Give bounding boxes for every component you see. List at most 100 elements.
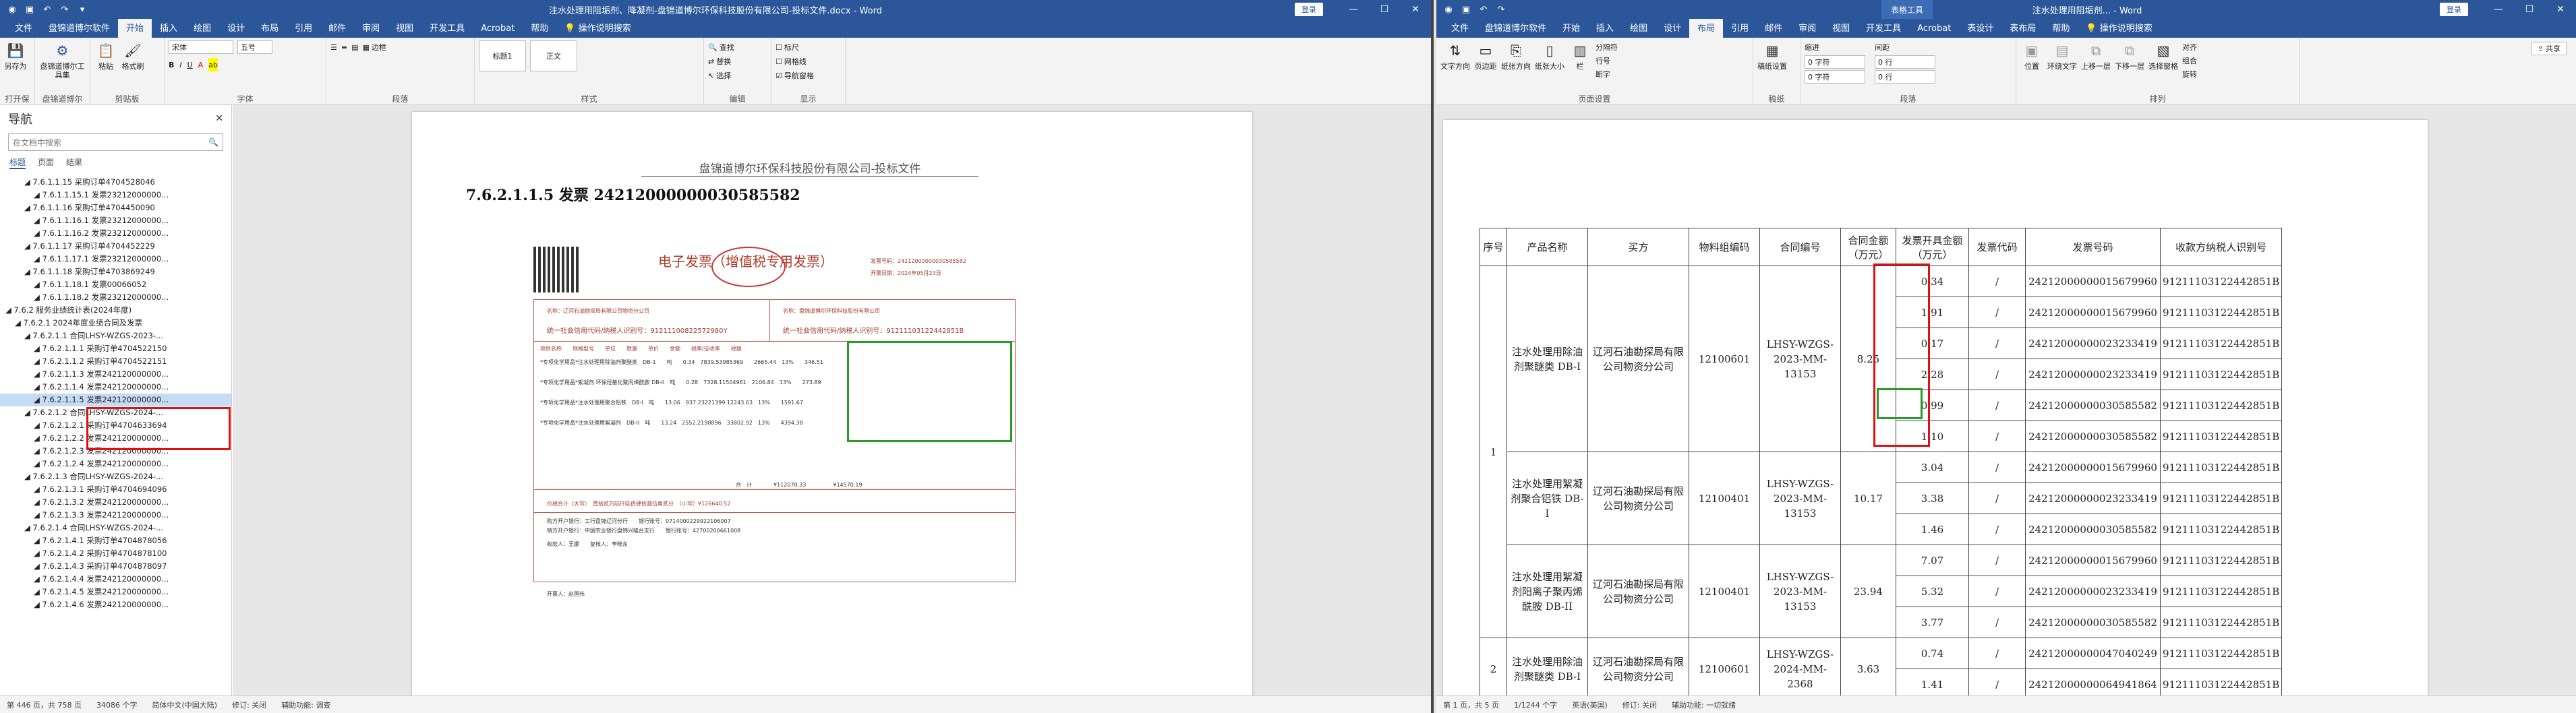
gridlines-checkbox[interactable]: ☐ 网格线 [775, 55, 807, 68]
margins-button[interactable]: ▭ 页边距 [1474, 40, 1497, 71]
nav-item[interactable]: ◢ 7.6.1.1.15 采购订单4704528046 [0, 176, 231, 189]
tab-插入[interactable]: 插入 [1588, 18, 1622, 38]
save-as-button[interactable]: 💾 另存为 [4, 40, 27, 71]
tab-文件[interactable]: 文件 [7, 18, 40, 38]
tab-绘图[interactable]: 绘图 [185, 18, 219, 38]
align-center-icon[interactable]: ▤ [351, 40, 358, 54]
nav-item[interactable]: ◢ 7.6.2.1.4.3 采购订单4704878097 [0, 560, 231, 573]
tab-视图[interactable]: 视图 [388, 18, 421, 38]
tab-设计[interactable]: 设计 [1656, 18, 1689, 38]
borders-button[interactable]: ▦ 边框 [363, 40, 386, 54]
tab-盘锦道博尔软件[interactable]: 盘锦道博尔软件 [1477, 18, 1554, 38]
status-words[interactable]: 1/1244 个字 [1514, 700, 1557, 710]
status-track[interactable]: 修订: 关闭 [232, 700, 266, 710]
tell-me-search[interactable]: 💡 操作说明搜索 [2078, 18, 2160, 38]
nav-item[interactable]: ◢ 7.6.1.1.17.1 发票23212000000... [0, 253, 231, 266]
nav-item[interactable]: ◢ 7.6.2 服务业绩统计表(2024年度) [0, 304, 231, 317]
breaks-button[interactable]: 分隔符 [1596, 40, 1618, 54]
tab-帮助[interactable]: 帮助 [2044, 18, 2078, 38]
orientation-button[interactable]: ⎘ 纸张方向 [1501, 40, 1531, 71]
nav-item[interactable]: ◢ 7.6.2.1.4.2 采购订单4704878100 [0, 547, 231, 560]
autosave-icon[interactable]: ◉ [5, 3, 19, 16]
tab-Acrobat[interactable]: Acrobat [473, 21, 523, 38]
nav-item[interactable]: ◢ 7.6.2.1.4.6 发票242120000000... [0, 598, 231, 611]
style-heading1[interactable]: 标题1 [479, 40, 526, 71]
undo-icon[interactable]: ↶ [1477, 3, 1490, 16]
tab-布局[interactable]: 布局 [253, 18, 287, 38]
status-language[interactable]: 英语(美国) [1572, 700, 1608, 710]
tab-邮件[interactable]: 邮件 [1757, 18, 1790, 38]
autosave-icon[interactable]: ◉ [1442, 3, 1455, 16]
numbering-icon[interactable]: ≡ [341, 40, 347, 54]
share-button[interactable]: ⇪ 共享 [2531, 42, 2567, 55]
nav-item[interactable]: ◢ 7.6.1.1.15.1 发票23212000000... [0, 189, 231, 202]
paste-button[interactable]: 📋 粘贴 [94, 40, 117, 71]
group-button[interactable]: 组合 [2182, 54, 2197, 67]
tab-审阅[interactable]: 审阅 [354, 18, 388, 38]
nav-item[interactable]: ◢ 7.6.1.1.16.2 发票23212000000... [0, 227, 231, 240]
tab-开始[interactable]: 开始 [1554, 18, 1588, 38]
format-painter-button[interactable]: 🖌 格式刷 [121, 40, 144, 71]
nav-item[interactable]: ◢ 7.6.2.1.3.2 发票242120000000... [0, 496, 231, 509]
login-button[interactable]: 登录 [2440, 3, 2468, 16]
nav-item[interactable]: ◢ 7.6.2.1.2.4 发票242120000000... [0, 458, 231, 470]
spacing-before-input[interactable]: 0 行 [1875, 55, 1935, 69]
nav-tab-pages[interactable]: 页面 [38, 156, 54, 169]
bold-button[interactable]: B [169, 58, 174, 71]
status-accessibility[interactable]: 辅助功能: 调查 [281, 700, 330, 710]
status-page[interactable]: 第 446 页，共 758 页 [7, 700, 82, 710]
align-button[interactable]: 对齐 [2182, 40, 2197, 54]
save-icon[interactable]: ▣ [1459, 3, 1473, 16]
tab-邮件[interactable]: 邮件 [320, 18, 354, 38]
close-icon[interactable]: ✕ [1400, 0, 1431, 19]
tab-引用[interactable]: 引用 [1723, 18, 1757, 38]
tab-插入[interactable]: 插入 [152, 18, 185, 38]
nav-item[interactable]: ◢ 7.6.2.1.1.4 发票242120000000... [0, 381, 231, 394]
find-button[interactable]: 🔍 查找 [708, 40, 734, 54]
close-icon[interactable]: ✕ [2545, 0, 2576, 19]
nav-item[interactable]: ◢ 7.6.2.1.3 合同LHSY-WZGS-2024-... [0, 470, 231, 483]
save-icon[interactable]: ▣ [23, 3, 36, 16]
nav-item[interactable]: ◢ 7.6.2.1.3.3 发票242120000000... [0, 509, 231, 522]
tab-引用[interactable]: 引用 [287, 18, 320, 38]
custom-tools-button[interactable]: ⚙ 盘锦道博尔工具集 [39, 40, 86, 80]
indent-right-input[interactable]: 0 字符 [1805, 70, 1865, 84]
font-size-select[interactable]: 五号 [237, 40, 272, 54]
tab-帮助[interactable]: 帮助 [523, 18, 556, 38]
nav-item[interactable]: ◢ 7.6.2.1.1.2 采购订单4704522151 [0, 355, 231, 368]
nav-item[interactable]: ◢ 7.6.2.1.3.1 采购订单4704694096 [0, 483, 231, 496]
tab-开始[interactable]: 开始 [118, 18, 152, 38]
nav-tab-headings[interactable]: 标题 [9, 156, 26, 169]
selection-pane-button[interactable]: ▧ 选择窗格 [2148, 40, 2178, 71]
tab-Acrobat[interactable]: Acrobat [1909, 21, 1959, 38]
line-numbers-button[interactable]: 行号 [1596, 54, 1618, 67]
bring-forward-button[interactable]: ⧉ 上移一层 [2081, 40, 2111, 71]
tab-绘图[interactable]: 绘图 [1622, 18, 1656, 38]
nav-item[interactable]: ◢ 7.6.1.1.17 采购订单4704452229 [0, 240, 231, 253]
bullets-icon[interactable]: ☰ [330, 40, 337, 54]
tab-设计[interactable]: 设计 [219, 18, 253, 38]
nav-item[interactable]: ◢ 7.6.1.1.18.1 发票00066052 [0, 278, 231, 291]
tab-视图[interactable]: 视图 [1824, 18, 1858, 38]
replace-button[interactable]: ⇄ 替换 [708, 55, 731, 68]
tell-me-search[interactable]: 💡 操作说明搜索 [556, 18, 639, 38]
redo-icon[interactable]: ↷ [1494, 3, 1508, 16]
status-page[interactable]: 第 1 页，共 5 页 [1443, 700, 1499, 710]
login-button[interactable]: 登录 [1295, 3, 1323, 16]
tab-审阅[interactable]: 审阅 [1790, 18, 1824, 38]
wrap-text-button[interactable]: ▤ 环绕文字 [2047, 40, 2077, 71]
close-icon[interactable]: ✕ [215, 113, 223, 124]
ruler-checkbox[interactable]: ☐ 标尺 [775, 40, 799, 54]
nav-item[interactable]: ◢ 7.6.1.1.16.1 发票23212000000... [0, 214, 231, 227]
highlight-icon[interactable]: ab [208, 58, 218, 71]
tab-开发工具[interactable]: 开发工具 [421, 18, 473, 38]
nav-item[interactable]: ◢ 7.6.1.1.18.2 发票23212000000... [0, 291, 231, 304]
draft-setup-button[interactable]: ▦ 稿纸设置 [1757, 40, 1787, 71]
underline-button[interactable]: U [187, 58, 193, 71]
size-button[interactable]: ▯ 纸张大小 [1535, 40, 1564, 71]
nav-tab-results[interactable]: 结果 [66, 156, 82, 169]
nav-item[interactable]: ◢ 7.6.2.1.4 合同LHSY-WZGS-2024-... [0, 522, 231, 534]
tab-表设计[interactable]: 表设计 [1959, 18, 2001, 38]
undo-icon[interactable]: ↶ [40, 3, 54, 16]
spacing-after-input[interactable]: 0 行 [1875, 70, 1935, 84]
